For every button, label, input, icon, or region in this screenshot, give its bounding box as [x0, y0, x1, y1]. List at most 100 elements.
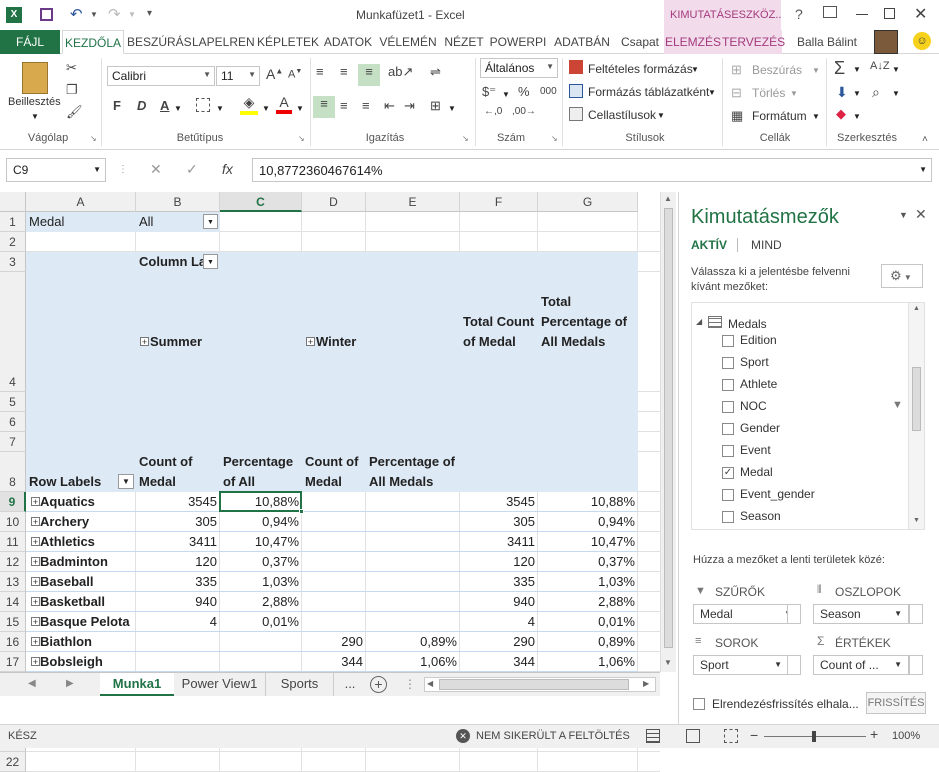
- sheet-tab-more[interactable]: ...: [338, 673, 362, 697]
- vertical-scrollbar[interactable]: ▲ ▼: [660, 192, 676, 672]
- font-size-dropdown-icon[interactable]: ▼: [248, 70, 256, 79]
- filter-dropdown-icon[interactable]: ▼: [203, 214, 218, 229]
- tab-insert[interactable]: BESZÚRÁS: [127, 30, 192, 54]
- align-middle-icon[interactable]: ≡: [340, 64, 348, 79]
- field-scroll-up-icon[interactable]: ▲: [913, 305, 920, 312]
- value-cell[interactable]: 10,88%: [220, 492, 302, 512]
- row-label[interactable]: Basketball: [26, 592, 136, 612]
- column-header-e[interactable]: E: [366, 192, 460, 212]
- zoom-slider[interactable]: [764, 731, 866, 742]
- accounting-format-icon[interactable]: $⁼: [482, 84, 496, 100]
- field-checkbox[interactable]: [722, 379, 734, 391]
- tab-data-explorer[interactable]: ADATBÁN: [550, 30, 614, 54]
- value-cell[interactable]: 940: [460, 592, 538, 612]
- number-launcher-icon[interactable]: ↘: [551, 134, 558, 143]
- format-painter-icon[interactable]: 🖌: [66, 104, 83, 120]
- row-label[interactable]: Biathlon: [26, 632, 136, 652]
- hscroll-left-icon[interactable]: ◀: [427, 679, 433, 688]
- qat-customize-icon[interactable]: ▾: [147, 8, 152, 19]
- paste-button[interactable]: Beillesztés: [8, 96, 61, 108]
- column-header-a[interactable]: A: [26, 192, 136, 212]
- value-cell[interactable]: 305: [460, 512, 538, 532]
- sheet-tab-sports[interactable]: Sports: [266, 673, 334, 697]
- scroll-up-icon[interactable]: ▲: [664, 194, 672, 203]
- tab-file[interactable]: FÁJL: [0, 30, 60, 54]
- row-label[interactable]: Aquatics: [26, 492, 136, 512]
- status-upload[interactable]: NEM SIKERÜLT A FELTÖLTÉS: [476, 730, 630, 742]
- decrease-decimal-icon[interactable]: ,00→: [512, 106, 536, 117]
- winter-header[interactable]: Winter: [302, 332, 460, 352]
- value-cell[interactable]: 3411: [136, 532, 220, 552]
- value-cell[interactable]: 0,37%: [538, 552, 638, 572]
- page-break-view-icon[interactable]: [724, 729, 738, 743]
- format-cells-dropdown-icon[interactable]: ▼: [812, 112, 820, 121]
- rows-scroll-icon[interactable]: [787, 655, 801, 675]
- winter-pct-header[interactable]: Percentage of All Medals: [366, 452, 460, 492]
- fill-dropdown-icon[interactable]: ▼: [853, 89, 861, 98]
- find-select-icon[interactable]: ⌕: [872, 84, 880, 101]
- tab-all[interactable]: MIND: [751, 238, 782, 252]
- formula-input[interactable]: 10,8772360467614% ▼: [252, 158, 932, 182]
- conditional-formatting-button[interactable]: Feltételes formázás: [588, 62, 693, 76]
- value-cell[interactable]: 2,88%: [220, 592, 302, 612]
- value-cell[interactable]: 335: [136, 572, 220, 592]
- row-header[interactable]: 22: [0, 752, 26, 772]
- tab-home[interactable]: KEZDŐLA: [62, 30, 124, 54]
- update-button[interactable]: FRISSÍTÉS: [866, 692, 926, 714]
- zoom-out-icon[interactable]: −: [750, 727, 758, 743]
- row-header[interactable]: 17: [0, 652, 26, 672]
- name-box[interactable]: C9 ▼: [6, 158, 106, 182]
- increase-decimal-icon[interactable]: ←,0: [484, 106, 502, 117]
- winter-count-header[interactable]: Count of Medal: [302, 452, 366, 492]
- value-cell[interactable]: 0,37%: [220, 552, 302, 572]
- row-header[interactable]: 11: [0, 532, 26, 552]
- cut-icon[interactable]: ✂: [66, 60, 77, 76]
- total-count-header[interactable]: Total Count of Medal: [460, 312, 538, 352]
- value-cell[interactable]: 3545: [136, 492, 220, 512]
- undo-dropdown-icon[interactable]: ▼: [90, 10, 98, 19]
- field-checkbox[interactable]: [722, 445, 734, 457]
- shrink-font-icon[interactable]: A▼: [288, 68, 302, 81]
- value-cell[interactable]: 120: [136, 552, 220, 572]
- font-name-select[interactable]: Calibri ▼: [107, 66, 215, 86]
- cancel-entry-icon[interactable]: ✕: [150, 161, 162, 178]
- scroll-thumb[interactable]: [664, 208, 673, 648]
- value-cell[interactable]: 305: [136, 512, 220, 532]
- value-cell[interactable]: 3545: [460, 492, 538, 512]
- columns-scroll-icon[interactable]: [909, 604, 923, 624]
- field-label[interactable]: Sport: [740, 355, 769, 369]
- tab-page-layout[interactable]: LAPELREN: [192, 30, 255, 54]
- font-size-select[interactable]: 11 ▼: [216, 66, 260, 86]
- clipboard-launcher-icon[interactable]: ↘: [90, 134, 97, 143]
- row-header[interactable]: 15: [0, 612, 26, 632]
- field-label[interactable]: Event_gender: [740, 487, 815, 501]
- column-header-g[interactable]: G: [538, 192, 638, 212]
- sheet-tab-munka1[interactable]: Munka1: [100, 673, 174, 697]
- find-dropdown-icon[interactable]: ▼: [892, 89, 900, 98]
- defer-update-checkbox[interactable]: [693, 698, 705, 710]
- column-item-dropdown-icon[interactable]: ▼: [894, 609, 902, 618]
- row-label[interactable]: Athletics: [26, 532, 136, 552]
- page-layout-view-icon[interactable]: [686, 729, 700, 743]
- field-checkbox[interactable]: [722, 401, 734, 413]
- number-format-dropdown-icon[interactable]: ▼: [546, 62, 554, 71]
- pane-close-icon[interactable]: ✕: [915, 206, 927, 223]
- field-label[interactable]: NOC: [740, 399, 767, 413]
- insert-cells-dropdown-icon[interactable]: ▼: [812, 66, 820, 75]
- insert-cells-icon[interactable]: ⊞: [731, 62, 742, 78]
- redo-dropdown-icon[interactable]: ▼: [128, 10, 136, 19]
- field-checkbox[interactable]: [722, 511, 734, 523]
- paste-dropdown-icon[interactable]: ▼: [31, 112, 39, 121]
- field-label[interactable]: Season: [740, 509, 781, 523]
- row-header[interactable]: 8: [0, 452, 26, 492]
- tab-formulas[interactable]: KÉPLETEK: [257, 30, 319, 54]
- autosum-icon[interactable]: Σ: [834, 58, 845, 79]
- sheet-tab-power-view1[interactable]: Power View1: [174, 673, 266, 697]
- merge-center-icon[interactable]: ⊞: [430, 98, 441, 114]
- minimize-icon[interactable]: [856, 14, 868, 15]
- row-header[interactable]: 13: [0, 572, 26, 592]
- font-color-dropdown-icon[interactable]: ▼: [296, 104, 304, 113]
- fill-color-icon[interactable]: ◈: [240, 94, 258, 115]
- new-sheet-icon[interactable]: +: [370, 676, 387, 693]
- cond-format-dropdown-icon[interactable]: ▼: [691, 65, 699, 74]
